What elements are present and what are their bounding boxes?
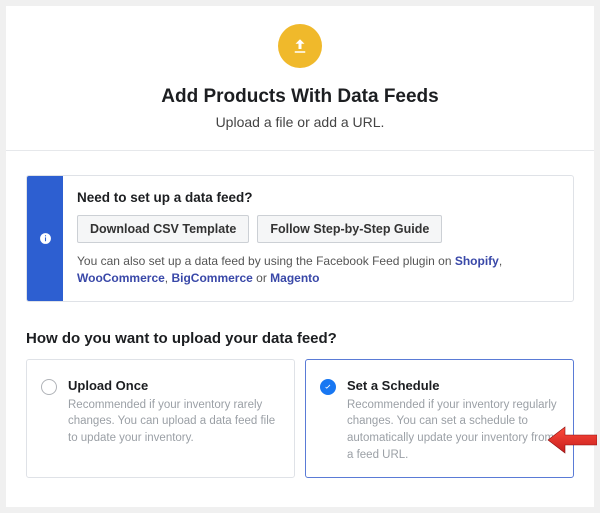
upload-question: How do you want to upload your data feed… (6, 312, 594, 359)
download-csv-button[interactable]: Download CSV Template (77, 215, 249, 243)
info-title: Need to set up a data feed? (77, 190, 557, 205)
follow-guide-button[interactable]: Follow Step-by-Step Guide (257, 215, 442, 243)
upload-icon (278, 24, 322, 68)
link-bigcommerce[interactable]: BigCommerce (171, 271, 252, 285)
link-magento[interactable]: Magento (270, 271, 319, 285)
option-title: Upload Once (68, 378, 280, 393)
radio-unchecked-icon (41, 379, 57, 395)
option-upload-once[interactable]: Upload Once Recommended if your inventor… (26, 359, 295, 479)
info-icon (27, 176, 63, 301)
option-set-schedule[interactable]: Set a Schedule Recommended if your inven… (305, 359, 574, 479)
link-woocommerce[interactable]: WooCommerce (77, 271, 165, 285)
page-title: Add Products With Data Feeds (26, 86, 574, 108)
annotation-arrow-icon (547, 426, 597, 459)
info-card: Need to set up a data feed? Download CSV… (26, 175, 574, 302)
info-help-text: You can also set up a data feed by using… (77, 253, 557, 287)
link-shopify[interactable]: Shopify (455, 254, 499, 268)
page-subtitle: Upload a file or add a URL. (26, 114, 574, 130)
option-desc: Recommended if your inventory rarely cha… (68, 397, 280, 447)
option-title: Set a Schedule (347, 378, 559, 393)
radio-checked-icon (320, 379, 336, 395)
option-desc: Recommended if your inventory regularly … (347, 397, 559, 464)
